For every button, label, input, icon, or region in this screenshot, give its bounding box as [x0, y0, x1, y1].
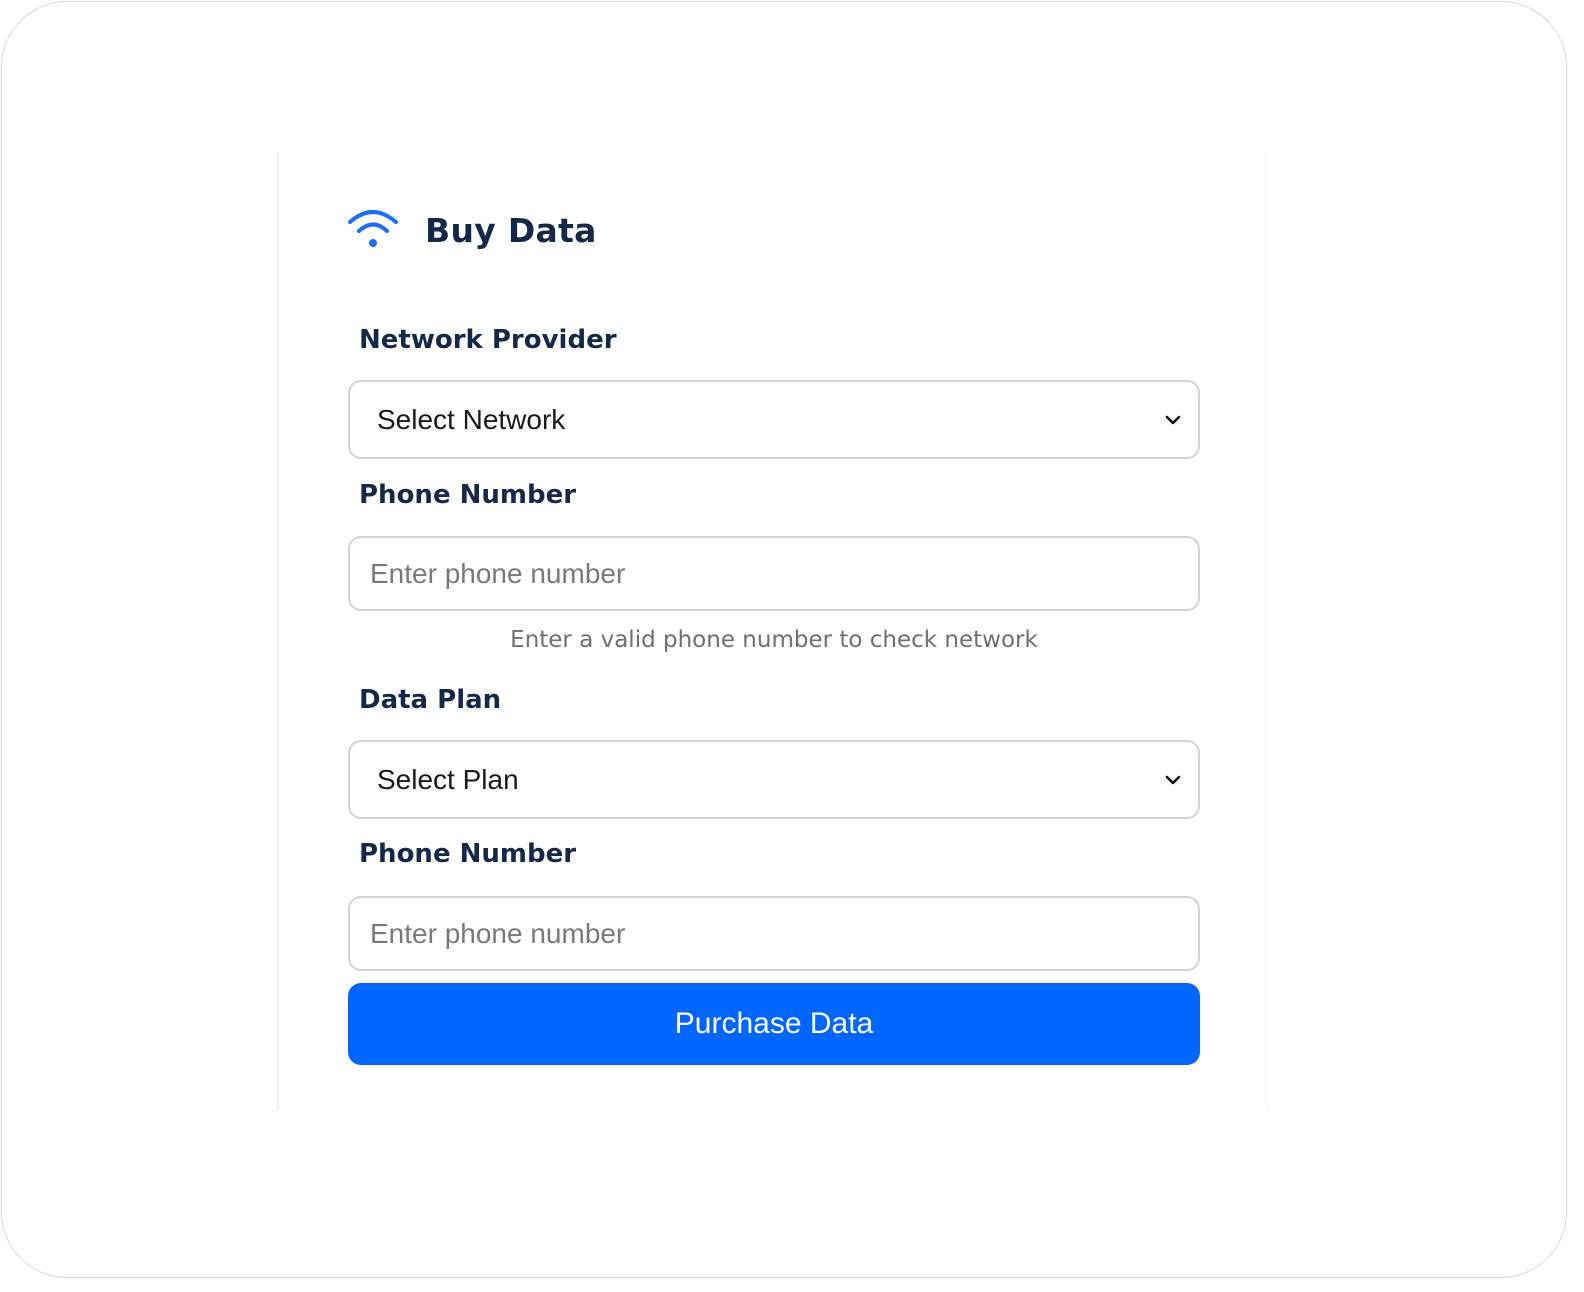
- wifi-icon: [347, 208, 399, 252]
- chevron-down-icon: [1162, 769, 1184, 791]
- card-header: Buy Data: [347, 200, 597, 260]
- chevron-down-icon: [1162, 409, 1184, 431]
- purchase-data-button[interactable]: Purchase Data: [348, 983, 1200, 1065]
- data-plan-label: Data Plan: [359, 685, 502, 715]
- phone-hint-text: Enter a valid phone number to check netw…: [510, 627, 1038, 653]
- app-window: Buy Data Network Provider Select Network…: [1, 1, 1567, 1278]
- data-plan-select[interactable]: Select Plan: [348, 740, 1200, 819]
- phone-number-input-2[interactable]: [348, 896, 1200, 971]
- network-select[interactable]: Select Network: [348, 380, 1200, 459]
- phone-number-label-2: Phone Number: [359, 839, 577, 869]
- page-title: Buy Data: [425, 210, 597, 250]
- phone-number-input[interactable]: [348, 536, 1200, 611]
- network-select-value: Select Network: [377, 403, 566, 435]
- network-provider-label: Network Provider: [359, 325, 617, 355]
- buy-data-card: Buy Data Network Provider Select Network…: [277, 152, 1267, 1110]
- phone-number-label: Phone Number: [359, 480, 577, 510]
- data-plan-select-value: Select Plan: [377, 763, 519, 795]
